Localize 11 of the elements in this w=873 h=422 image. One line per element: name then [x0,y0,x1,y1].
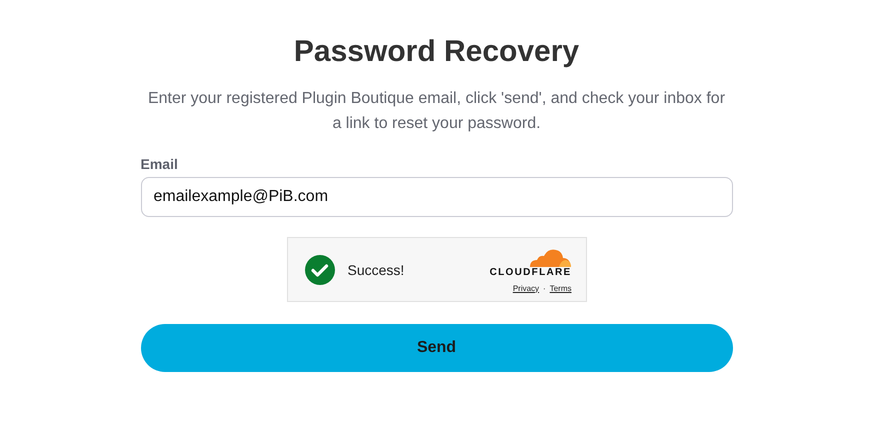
field-label: Email [140,156,179,172]
send-button[interactable]: Send [140,324,732,372]
separator: · [543,284,546,292]
email-field[interactable]: emailexample@PiB.com [140,177,732,217]
status-message: Success! [348,262,406,278]
footer-link[interactable]: Privacy [512,284,540,292]
instructions-text: Enter your registered Plugin Boutique email, click 'send', and check your inbox for a link to reset your password. [146,89,726,134]
cloudflare-logo: CLOUDFLARE [490,266,572,278]
captcha-widget[interactable]: Success! CLOUDFLARE Privacy · Terms [286,237,586,302]
footer-link[interactable]: Terms [550,284,572,292]
page-title: Password Recovery [294,34,580,70]
